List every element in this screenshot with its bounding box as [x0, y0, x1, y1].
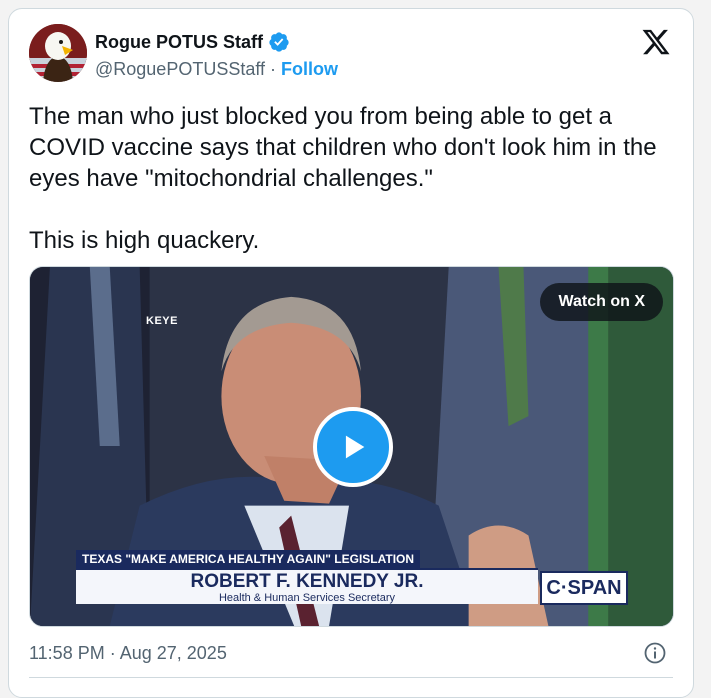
verified-badge-icon — [269, 32, 289, 52]
info-icon[interactable] — [643, 641, 667, 665]
tweet-card: Rogue POTUS Staff @RoguePOTUSStaff · Fol… — [8, 8, 694, 698]
play-icon — [345, 435, 365, 459]
handle-separator: · — [265, 59, 282, 79]
tweet-date: Aug 27, 2025 — [119, 643, 227, 663]
chyron-title: Health & Human Services Secretary — [218, 592, 396, 604]
chyron-name: ROBERT F. KENNEDY JR. — [190, 571, 424, 592]
tweet-text: The man who just blocked you from being … — [29, 103, 657, 254]
author-name-row: Rogue POTUS Staff — [95, 31, 290, 53]
tweet-timestamp[interactable]: 11:58 PM · Aug 27, 2025 — [29, 643, 227, 664]
video-player[interactable]: KEYE Watch on X TEXAS "MAKE AMERICA HEAL… — [29, 266, 674, 627]
chyron-nameplate: ROBERT F. KENNEDY JR. Health & Human Ser… — [76, 568, 538, 604]
author-handle-row: @RoguePOTUSStaff · Follow — [95, 59, 338, 80]
author-avatar[interactable] — [29, 24, 87, 82]
play-button[interactable] — [313, 407, 393, 487]
footer-divider — [29, 677, 673, 678]
timestamp-separator: · — [104, 643, 120, 663]
bald-eagle-avatar-icon — [29, 24, 87, 82]
tweet-time: 11:58 PM — [29, 643, 105, 663]
cspan-logo: C·SPAN — [540, 571, 628, 605]
author-handle[interactable]: @RoguePOTUSStaff — [95, 59, 265, 79]
x-logo-icon[interactable] — [641, 27, 671, 57]
chyron-headline: TEXAS "MAKE AMERICA HEALTHY AGAIN" LEGIS… — [76, 550, 421, 568]
follow-button[interactable]: Follow — [281, 59, 338, 79]
keye-sign-text: KEYE — [146, 315, 178, 327]
author-name[interactable]: Rogue POTUS Staff — [95, 32, 263, 53]
watch-on-x-button[interactable]: Watch on X — [540, 283, 663, 321]
